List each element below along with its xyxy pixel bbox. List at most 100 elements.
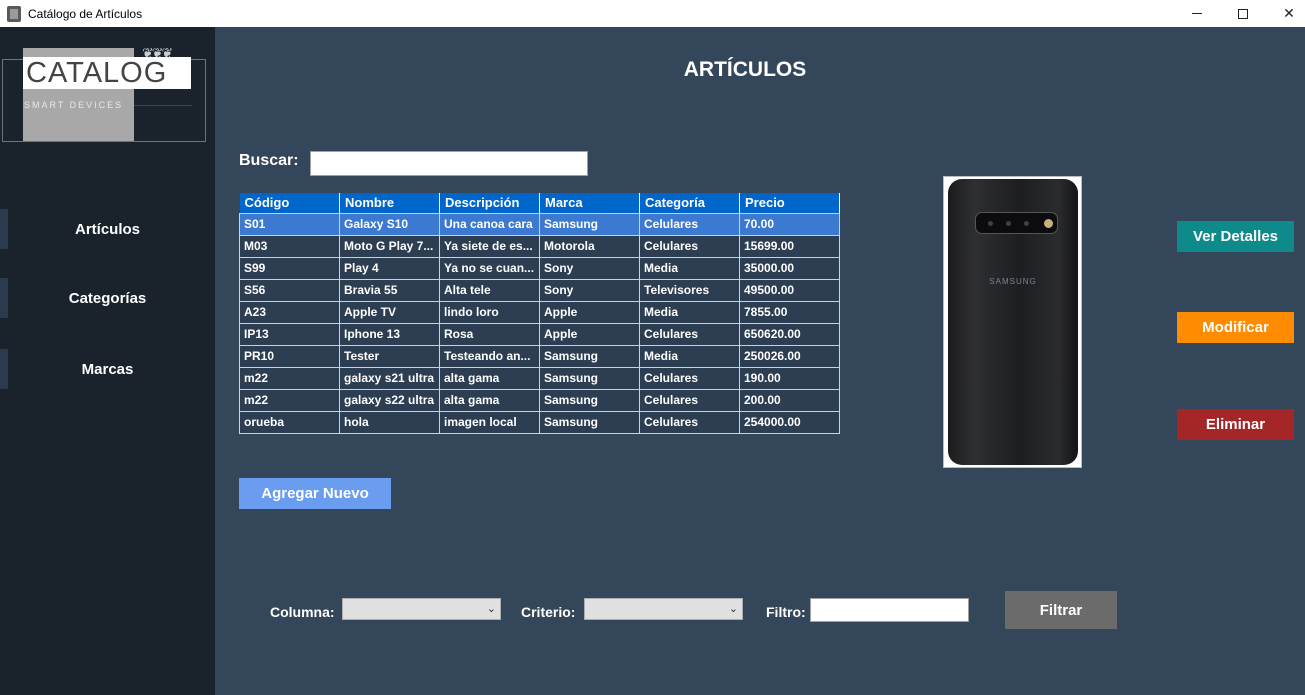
cell-descripcion[interactable]: Una canoa cara bbox=[439, 212, 540, 236]
cell-codigo[interactable]: orueba bbox=[239, 410, 340, 434]
column-select[interactable]: ⌄ bbox=[342, 598, 501, 620]
cell-categoria[interactable]: Celulares bbox=[639, 388, 740, 412]
cell-codigo[interactable]: PR10 bbox=[239, 344, 340, 368]
table-row[interactable]: M03 Moto G Play 7... Ya siete de es... Moto… bbox=[239, 234, 840, 258]
cell-marca[interactable]: Apple bbox=[539, 322, 640, 346]
cell-descripcion[interactable]: alta gama bbox=[439, 366, 540, 390]
articles-table[interactable]: Código Nombre Descripción Marca Categorí… bbox=[239, 193, 840, 434]
cell-marca[interactable]: Samsung bbox=[539, 410, 640, 434]
criteria-label: Criterio: bbox=[521, 604, 576, 620]
cell-precio[interactable]: 190.00 bbox=[739, 366, 840, 390]
cell-marca[interactable]: Samsung bbox=[539, 212, 640, 236]
search-input[interactable] bbox=[310, 151, 588, 176]
criteria-select[interactable]: ⌄ bbox=[584, 598, 743, 620]
cell-categoria[interactable]: Televisores bbox=[639, 278, 740, 302]
cell-categoria[interactable]: Celulares bbox=[639, 212, 740, 236]
cell-precio[interactable]: 70.00 bbox=[739, 212, 840, 236]
cell-nombre[interactable]: Bravia 55 bbox=[339, 278, 440, 302]
modify-button[interactable]: Modificar bbox=[1177, 312, 1294, 343]
cell-codigo[interactable]: S56 bbox=[239, 278, 340, 302]
cell-codigo[interactable]: m22 bbox=[239, 388, 340, 412]
cell-precio[interactable]: 200.00 bbox=[739, 388, 840, 412]
table-row[interactable]: PR10 Tester Testeando an... Samsung Media 250… bbox=[239, 344, 840, 368]
cell-nombre[interactable]: galaxy s22 ultra bbox=[339, 388, 440, 412]
nav-marker bbox=[0, 209, 8, 249]
filter-input[interactable] bbox=[810, 598, 969, 622]
cell-descripcion[interactable]: alta gama bbox=[439, 388, 540, 412]
sidebar-item-label: Categorías bbox=[68, 289, 147, 307]
view-details-button[interactable]: Ver Detalles bbox=[1177, 221, 1294, 252]
cell-categoria[interactable]: Media bbox=[639, 344, 740, 368]
cell-categoria[interactable]: Celulares bbox=[639, 366, 740, 390]
cell-precio[interactable]: 650620.00 bbox=[739, 322, 840, 346]
cell-codigo[interactable]: M03 bbox=[239, 234, 340, 258]
cell-nombre[interactable]: galaxy s21 ultra bbox=[339, 366, 440, 390]
cell-marca[interactable]: Samsung bbox=[539, 366, 640, 390]
close-icon[interactable]: ✕ bbox=[1266, 0, 1305, 27]
minimize-icon[interactable] bbox=[1174, 0, 1220, 27]
logo-divider bbox=[134, 105, 192, 106]
cell-precio[interactable]: 7855.00 bbox=[739, 300, 840, 324]
table-row[interactable]: m22 galaxy s22 ultra alta gama Samsung Celul… bbox=[239, 388, 840, 412]
cell-codigo[interactable]: IP13 bbox=[239, 322, 340, 346]
cell-marca[interactable]: Samsung bbox=[539, 388, 640, 412]
cell-nombre[interactable]: Galaxy S10 bbox=[339, 212, 440, 236]
leaf-icon: ❦❦❦ bbox=[142, 45, 173, 61]
cell-descripcion[interactable]: Ya siete de es... bbox=[439, 234, 540, 258]
cell-descripcion[interactable]: Ya no se cuan... bbox=[439, 256, 540, 280]
column-header-precio[interactable]: Precio bbox=[739, 193, 840, 213]
sidebar-item-marcas[interactable]: Marcas bbox=[0, 349, 215, 389]
cell-nombre[interactable]: Moto G Play 7... bbox=[339, 234, 440, 258]
cell-codigo[interactable]: S99 bbox=[239, 256, 340, 280]
cell-nombre[interactable]: Iphone 13 bbox=[339, 322, 440, 346]
delete-button[interactable]: Eliminar bbox=[1177, 409, 1294, 440]
cell-categoria[interactable]: Media bbox=[639, 256, 740, 280]
column-header-codigo[interactable]: Código bbox=[239, 193, 340, 213]
cell-descripcion[interactable]: Alta tele bbox=[439, 278, 540, 302]
filter-button[interactable]: Filtrar bbox=[1005, 591, 1117, 629]
cell-descripcion[interactable]: Rosa bbox=[439, 322, 540, 346]
cell-precio[interactable]: 49500.00 bbox=[739, 278, 840, 302]
filter-label: Filtro: bbox=[766, 604, 806, 620]
cell-marca[interactable]: Samsung bbox=[539, 344, 640, 368]
sidebar-item-categorias[interactable]: Categorías bbox=[0, 278, 215, 318]
cell-descripcion[interactable]: Testeando an... bbox=[439, 344, 540, 368]
add-new-button[interactable]: Agregar Nuevo bbox=[239, 478, 391, 509]
cell-precio[interactable]: 250026.00 bbox=[739, 344, 840, 368]
cell-categoria[interactable]: Media bbox=[639, 300, 740, 324]
cell-codigo[interactable]: A23 bbox=[239, 300, 340, 324]
table-row[interactable]: A23 Apple TV lindo loro Apple Media 7855.00 bbox=[239, 300, 840, 324]
cell-codigo[interactable]: S01 bbox=[239, 212, 340, 236]
sidebar-item-articulos[interactable]: Artículos bbox=[0, 209, 215, 249]
column-header-nombre[interactable]: Nombre bbox=[339, 193, 440, 213]
table-row[interactable]: m22 galaxy s21 ultra alta gama Samsung Celul… bbox=[239, 366, 840, 390]
cell-marca[interactable]: Apple bbox=[539, 300, 640, 324]
sidebar: CATALOG SMART DEVICES ❦❦❦ Artículos Cate… bbox=[0, 27, 215, 695]
cell-marca[interactable]: Sony bbox=[539, 256, 640, 280]
table-row[interactable]: orueba hola imagen local Samsung Celulares 25… bbox=[239, 410, 840, 434]
cell-descripcion[interactable]: lindo loro bbox=[439, 300, 540, 324]
maximize-icon[interactable] bbox=[1220, 0, 1266, 27]
article-image: SAMSUNG bbox=[943, 176, 1082, 468]
cell-marca[interactable]: Sony bbox=[539, 278, 640, 302]
table-row[interactable]: S56 Bravia 55 Alta tele Sony Televisores 4950… bbox=[239, 278, 840, 302]
cell-codigo[interactable]: m22 bbox=[239, 366, 340, 390]
cell-nombre[interactable]: Tester bbox=[339, 344, 440, 368]
cell-descripcion[interactable]: imagen local bbox=[439, 410, 540, 434]
cell-nombre[interactable]: Apple TV bbox=[339, 300, 440, 324]
column-header-descripcion[interactable]: Descripción bbox=[439, 193, 540, 213]
cell-categoria[interactable]: Celulares bbox=[639, 410, 740, 434]
column-header-marca[interactable]: Marca bbox=[539, 193, 640, 213]
cell-marca[interactable]: Motorola bbox=[539, 234, 640, 258]
cell-nombre[interactable]: hola bbox=[339, 410, 440, 434]
table-row[interactable]: IP13 Iphone 13 Rosa Apple Celulares 650620.00 bbox=[239, 322, 840, 346]
cell-precio[interactable]: 35000.00 bbox=[739, 256, 840, 280]
cell-precio[interactable]: 254000.00 bbox=[739, 410, 840, 434]
table-row[interactable]: S99 Play 4 Ya no se cuan... Sony Media 35000.… bbox=[239, 256, 840, 280]
cell-precio[interactable]: 15699.00 bbox=[739, 234, 840, 258]
column-header-categoria[interactable]: Categoría bbox=[639, 193, 740, 213]
table-row[interactable]: S01 Galaxy S10 Una canoa cara Samsung Celula… bbox=[239, 212, 840, 236]
cell-categoria[interactable]: Celulares bbox=[639, 322, 740, 346]
cell-nombre[interactable]: Play 4 bbox=[339, 256, 440, 280]
cell-categoria[interactable]: Celulares bbox=[639, 234, 740, 258]
